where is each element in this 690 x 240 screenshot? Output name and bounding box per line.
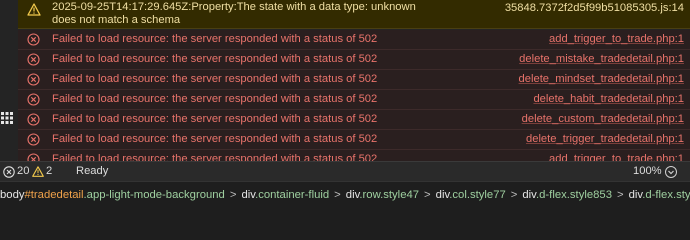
breadcrumb-item[interactable]: body#tradedetail.app-light-mode-backgrou… — [0, 189, 225, 201]
error-message: Failed to load resource: the server resp… — [52, 53, 378, 65]
breadcrumb-item[interactable]: div.row.style47 — [346, 189, 419, 201]
error-icon — [27, 33, 40, 46]
breadcrumb-tag: div — [522, 189, 536, 201]
breadcrumb-tag: div — [345, 189, 360, 201]
dom-breadcrumb: body#tradedetail.app-light-mode-backgrou… — [0, 181, 690, 209]
error-message: Failed to load resource: the server resp… — [52, 93, 378, 105]
warning-source-link[interactable]: 35848.7372f2d5f99b51085305.js:14 — [505, 2, 684, 14]
error-source-link[interactable]: delete_mistake_tradedetail.php:1 — [519, 53, 684, 65]
breadcrumb-item[interactable]: div.d-flex.style853 — [522, 189, 612, 201]
console-error-row[interactable]: Failed to load resource: the server resp… — [18, 90, 690, 110]
breadcrumb-tag: div — [241, 189, 256, 201]
console-error-row[interactable]: Failed to load resource: the server resp… — [18, 50, 690, 70]
breadcrumb-id: #tradedetail — [24, 189, 84, 201]
breadcrumb-class: .app-light-mode-background — [83, 189, 225, 201]
warning-icon — [32, 166, 44, 177]
breadcrumb-separator: > — [510, 189, 518, 201]
breadcrumb-class: .col.style77 — [449, 189, 506, 201]
error-count[interactable]: 20 — [17, 165, 29, 177]
console-warning-row[interactable]: 2025-09-25T14:17:29.645Z:Property:The st… — [18, 0, 690, 29]
status-text: Ready — [76, 165, 109, 177]
grid-icon[interactable] — [1, 112, 13, 124]
error-source-link[interactable]: add_trigger_to_trade.php:1 — [549, 153, 684, 161]
breadcrumb-class: .container-fluid — [255, 189, 330, 201]
error-source-link[interactable]: delete_habit_tradedetail.php:1 — [533, 93, 684, 105]
error-icon — [27, 133, 40, 146]
warning-icon — [27, 3, 41, 16]
error-source-link[interactable]: delete_mindset_tradedetail.php:1 — [519, 73, 684, 85]
error-message: Failed to load resource: the server resp… — [52, 73, 378, 85]
console-error-row[interactable]: Failed to load resource: the server resp… — [18, 110, 690, 130]
breadcrumb-class: .d-flex.style853 — [536, 189, 612, 201]
breadcrumb-class: .d-flex.style854 — [642, 189, 690, 201]
console-gutter — [0, 0, 18, 161]
status-bar: 20 2 Ready 100% — [0, 161, 690, 181]
console-error-row[interactable]: Failed to load resource: the server resp… — [18, 130, 690, 150]
error-source-link[interactable]: delete_custom_tradedetail.php:1 — [522, 113, 684, 125]
error-message: Failed to load resource: the server resp… — [52, 113, 378, 125]
warning-message: 2025-09-25T14:17:29.645Z:Property:The st… — [52, 1, 416, 26]
error-message: Failed to load resource: the server resp… — [52, 33, 378, 45]
error-message: Failed to load resource: the server resp… — [52, 133, 378, 145]
error-icon — [27, 93, 40, 106]
breadcrumb-tag: div — [435, 189, 450, 201]
breadcrumb-tag: div — [628, 189, 643, 201]
error-icon — [27, 153, 40, 161]
console-error-row[interactable]: Failed to load resource: the server resp… — [18, 30, 690, 50]
breadcrumb-class: .row.style47 — [359, 189, 420, 201]
error-icon — [3, 166, 15, 178]
chevron-down-icon[interactable] — [665, 166, 677, 178]
breadcrumb-separator: > — [616, 189, 624, 201]
error-source-link[interactable]: delete_trigger_tradedetail.php:1 — [526, 133, 684, 145]
error-source-link[interactable]: add_trigger_to_trade.php:1 — [549, 33, 684, 45]
breadcrumb-tag: body — [0, 189, 25, 201]
zoom-level[interactable]: 100% — [633, 165, 662, 177]
breadcrumb-item[interactable]: div.container-fluid — [241, 189, 329, 201]
error-icon — [27, 53, 40, 66]
breadcrumb-separator: > — [229, 189, 237, 201]
warning-count[interactable]: 2 — [46, 165, 52, 177]
console-error-row[interactable]: Failed to load resource: the server resp… — [18, 70, 690, 90]
console-error-row[interactable]: Failed to load resource: the server resp… — [18, 150, 690, 161]
error-message: Failed to load resource: the server resp… — [52, 153, 378, 161]
console-panel: 2025-09-25T14:17:29.645Z:Property:The st… — [0, 0, 690, 161]
breadcrumb-item[interactable]: div.col.style77 — [436, 189, 506, 201]
error-icon — [27, 73, 40, 86]
breadcrumb-item[interactable]: div.d-flex.style854 — [629, 189, 690, 201]
breadcrumb-separator: > — [424, 189, 431, 201]
breadcrumb-separator: > — [334, 189, 341, 201]
error-icon — [27, 113, 40, 126]
